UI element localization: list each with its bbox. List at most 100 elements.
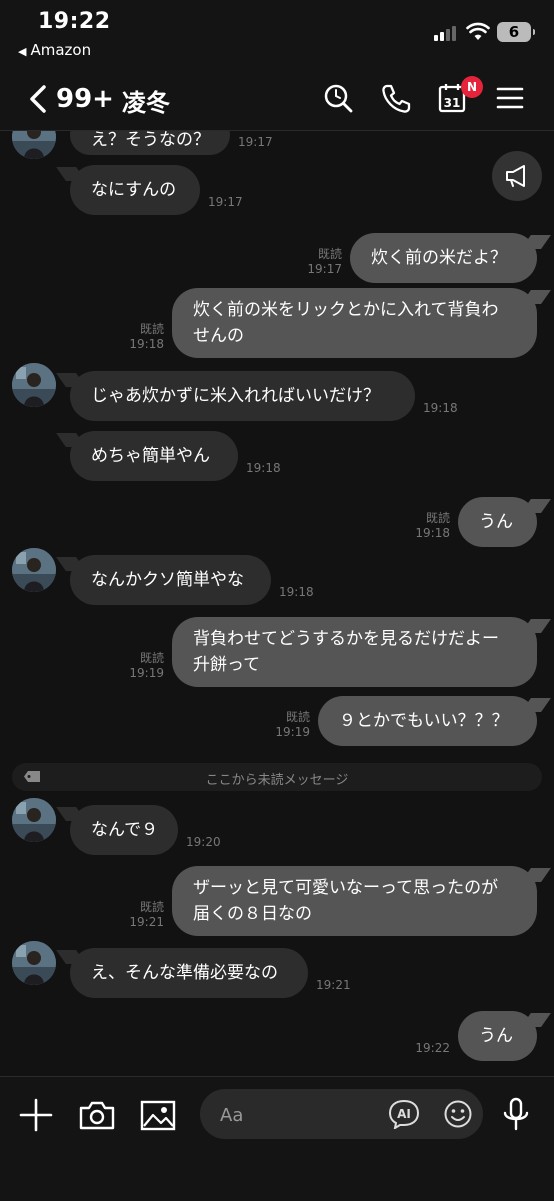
outgoing-message[interactable]: 炊く前の米をリックとかに入れて背負わ せんの bbox=[172, 288, 537, 358]
message-time: 19:22 bbox=[415, 1041, 450, 1055]
chevron-left-icon bbox=[30, 85, 46, 113]
image-icon[interactable] bbox=[138, 1095, 178, 1135]
read-receipt: 既読 bbox=[139, 651, 164, 665]
contact-avatar[interactable] bbox=[12, 131, 56, 159]
plus-icon[interactable] bbox=[16, 1095, 56, 1135]
read-receipt: 既読 bbox=[425, 511, 450, 525]
microphone-icon[interactable] bbox=[496, 1095, 536, 1135]
message-time: 19:17 bbox=[307, 262, 342, 276]
message-list[interactable]: え？そうなの？ 19:17 なにすんの 19:17 炊く前の米だよ？ 既読 19:17 炊く前… bbox=[0, 131, 554, 1076]
message-text: うん bbox=[479, 1026, 513, 1046]
message-text-line: 届くの８日なの bbox=[193, 904, 312, 924]
calendar-day: 31 bbox=[444, 96, 461, 110]
message-time: 19:18 bbox=[129, 337, 164, 351]
message-time: 19:17 bbox=[238, 135, 273, 149]
battery-indicator: 6 bbox=[497, 22, 535, 42]
message-time: 19:18 bbox=[246, 461, 281, 475]
menu-icon[interactable] bbox=[494, 82, 526, 114]
outgoing-message[interactable]: ９とかでもいい？？？ bbox=[318, 696, 537, 746]
search-icon[interactable] bbox=[322, 82, 354, 114]
contact-avatar[interactable] bbox=[12, 798, 56, 842]
message-meta: 既読 19:19 bbox=[275, 710, 310, 740]
camera-icon[interactable] bbox=[77, 1095, 117, 1135]
message-text: え、そんな準備必要なの bbox=[91, 963, 278, 983]
read-receipt: 既読 bbox=[285, 710, 310, 724]
unread-divider-label: ここから未読メッセージ bbox=[205, 773, 349, 788]
message-time: 19:18 bbox=[423, 401, 458, 415]
back-app-label: Amazon bbox=[30, 41, 92, 59]
cellular-signal-icon bbox=[434, 25, 460, 41]
message-text: うん bbox=[479, 512, 513, 532]
avatar-photo bbox=[12, 798, 56, 842]
phone-icon[interactable] bbox=[380, 82, 412, 114]
message-meta: 既読 19:21 bbox=[129, 900, 164, 930]
wifi-icon bbox=[466, 22, 490, 40]
megaphone-icon bbox=[506, 165, 525, 187]
avatar-photo bbox=[12, 131, 56, 159]
message-time: 19:21 bbox=[129, 915, 164, 929]
outgoing-message[interactable]: うん bbox=[458, 497, 537, 547]
contact-avatar[interactable] bbox=[12, 363, 56, 407]
incoming-message[interactable]: なんで９ bbox=[70, 805, 178, 855]
outgoing-message[interactable]: うん bbox=[458, 1011, 537, 1061]
message-meta: 既読 19:18 bbox=[129, 322, 164, 352]
unread-divider: ここから未読メッセージ bbox=[12, 763, 542, 791]
read-receipt: 既読 bbox=[317, 247, 342, 261]
message-time: 19:19 bbox=[275, 725, 310, 739]
back-to-app-link[interactable]: ◀ Amazon bbox=[18, 41, 91, 59]
message-text-line: 炊く前の米をリックとかに入れて背負わ bbox=[193, 300, 499, 320]
status-time: 19:22 bbox=[38, 9, 111, 34]
read-receipt: 既読 bbox=[139, 900, 164, 914]
message-text-line: 升餅って bbox=[193, 655, 261, 675]
message-text: 炊く前の米だよ？ bbox=[371, 248, 507, 268]
message-meta: 19:22 bbox=[415, 1041, 450, 1056]
composer-bar: AI bbox=[0, 1076, 554, 1201]
back-triangle-icon: ◀ bbox=[18, 45, 27, 58]
message-text: なにすんの bbox=[91, 180, 177, 200]
announcement-button[interactable] bbox=[492, 151, 542, 201]
contact-avatar[interactable] bbox=[12, 548, 56, 592]
incoming-message[interactable]: え、そんな準備必要なの bbox=[70, 948, 308, 998]
incoming-message[interactable]: じゃあ炊かずに米入れればいいだけ？ bbox=[70, 371, 415, 421]
incoming-message[interactable]: え？そうなの？ bbox=[70, 131, 230, 155]
unread-count: 99+ bbox=[56, 84, 114, 114]
status-bar: 19:22 ◀ Amazon 6 bbox=[0, 0, 554, 66]
chat-title: 凌冬 bbox=[122, 89, 170, 117]
message-text: なんかクソ簡単やな bbox=[91, 570, 244, 590]
message-time: 19:19 bbox=[129, 666, 164, 680]
avatar-photo bbox=[12, 941, 56, 985]
contact-avatar[interactable] bbox=[12, 941, 56, 985]
message-meta: 既読 19:19 bbox=[129, 651, 164, 681]
message-text-line: 背負わせてどうするかを見るだけだよー bbox=[193, 629, 499, 649]
avatar-photo bbox=[12, 363, 56, 407]
ai-icon[interactable]: AI bbox=[388, 1099, 420, 1129]
read-receipt: 既読 bbox=[139, 322, 164, 336]
message-time: 19:17 bbox=[208, 195, 243, 209]
message-text-line: せんの bbox=[193, 326, 244, 346]
avatar-photo bbox=[12, 548, 56, 592]
message-text: なんで９ bbox=[91, 820, 159, 840]
chat-header: 99+ 凌冬 31 N bbox=[0, 66, 554, 131]
message-input-container[interactable]: AI bbox=[200, 1089, 483, 1139]
back-button[interactable]: 99+ bbox=[22, 80, 114, 116]
incoming-message[interactable]: なんかクソ簡単やな bbox=[70, 555, 271, 605]
outgoing-message[interactable]: 背負わせてどうするかを見るだけだよー 升餅って bbox=[172, 617, 537, 687]
calendar-badge: N bbox=[461, 76, 483, 98]
message-time: 19:21 bbox=[316, 978, 351, 992]
outgoing-message[interactable]: 炊く前の米だよ？ bbox=[350, 233, 537, 283]
message-input[interactable] bbox=[218, 1101, 372, 1129]
message-text-line: ザーッと見て可愛いなーって思ったのが bbox=[193, 878, 499, 898]
incoming-message[interactable]: なにすんの bbox=[70, 165, 200, 215]
message-time: 19:18 bbox=[279, 585, 314, 599]
message-meta: 既読 19:17 bbox=[307, 247, 342, 277]
ai-label: AI bbox=[397, 1107, 411, 1121]
message-text: めちゃ簡単やん bbox=[91, 446, 210, 466]
emoji-icon[interactable] bbox=[443, 1099, 473, 1129]
incoming-message[interactable]: めちゃ簡単やん bbox=[70, 431, 238, 481]
message-meta: 既読 19:18 bbox=[415, 511, 450, 541]
outgoing-message[interactable]: ザーッと見て可愛いなーって思ったのが 届くの８日なの bbox=[172, 866, 537, 936]
message-time: 19:18 bbox=[415, 526, 450, 540]
message-text: じゃあ炊かずに米入れればいいだけ？ bbox=[91, 386, 380, 406]
message-text: え？そうなの？ bbox=[91, 131, 210, 150]
message-text: ９とかでもいい？？？ bbox=[339, 711, 509, 731]
